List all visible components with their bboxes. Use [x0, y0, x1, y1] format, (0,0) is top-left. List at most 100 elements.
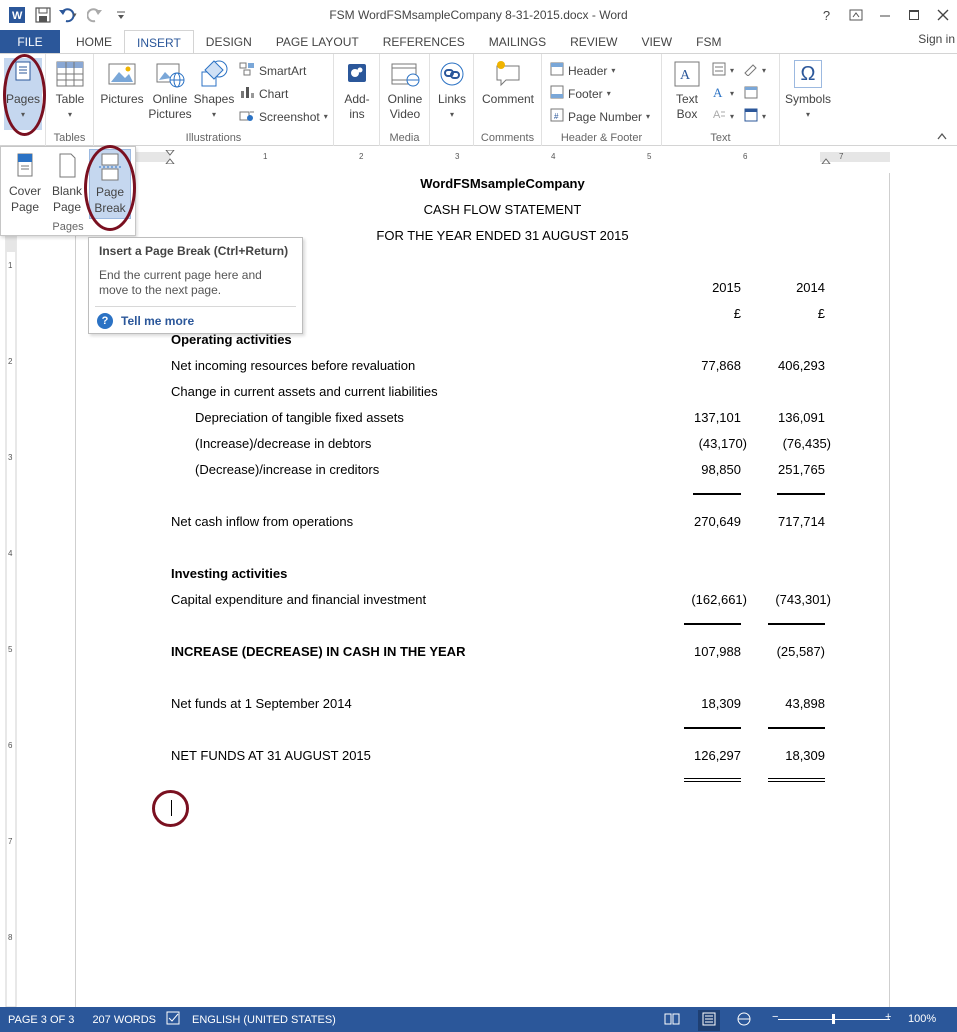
tab-home[interactable]: HOME [64, 30, 124, 54]
total-double-rule [684, 778, 741, 782]
horizontal-ruler[interactable]: 1 2 3 4 5 6 7 [75, 150, 890, 164]
zoom-slider[interactable] [778, 1014, 890, 1024]
tell-me-more-label: Tell me more [121, 314, 195, 328]
links-button[interactable]: Links ▾ [434, 58, 470, 122]
language-indicator[interactable]: ENGLISH (UNITED STATES) [192, 1014, 336, 1026]
print-layout-icon[interactable] [698, 1010, 720, 1031]
object-icon [744, 108, 758, 125]
wordart-icon: A [712, 85, 726, 102]
object-button[interactable]: ▾ [744, 108, 766, 125]
tab-insert[interactable]: INSERT [124, 30, 194, 55]
tab-view[interactable]: VIEW [629, 30, 684, 54]
screenshot-button[interactable]: Screenshot ▾ [239, 108, 328, 125]
text-box-button[interactable]: A Text Box [668, 58, 706, 122]
tab-page-layout[interactable]: PAGE LAYOUT [264, 30, 371, 54]
proofing-icon[interactable] [166, 1011, 182, 1028]
wordart-button[interactable]: A ▾ [712, 85, 734, 102]
symbols-button[interactable]: Ω Symbols ▾ [784, 58, 832, 122]
online-pictures-icon [154, 58, 186, 90]
page-number-icon: # [550, 108, 564, 125]
value-2014: 406,293 [778, 358, 825, 373]
value-2014: (76,435) [782, 436, 831, 451]
minimize-icon[interactable] [870, 0, 899, 30]
section-heading-operating: Operating activities [171, 332, 292, 347]
header-button[interactable]: Header ▾ [550, 62, 615, 79]
smartart-button[interactable]: SmartArt [239, 62, 306, 79]
word-count[interactable]: 207 WORDS [92, 1014, 156, 1026]
chevron-down-icon: ▾ [449, 110, 454, 119]
tab-file[interactable]: FILE [0, 30, 60, 54]
value-2015: 107,988 [694, 644, 741, 659]
group-header-footer: Header ▾ Footer ▾ # Page Number ▾ Header… [542, 54, 662, 146]
chevron-down-icon: ▾ [730, 66, 735, 75]
signature-line-button[interactable]: ▾ [744, 62, 766, 79]
footer-icon [550, 85, 564, 102]
net-funds-end-label: NET FUNDS AT 31 AUGUST 2015 [171, 748, 371, 763]
group-symbols: Ω Symbols ▾ [780, 54, 836, 146]
collapse-ribbon-icon[interactable] [937, 131, 947, 143]
links-label: Links [437, 92, 466, 106]
drop-cap-button[interactable]: A ▾ [712, 108, 734, 125]
blank-page-button[interactable]: Blank Page [47, 151, 87, 215]
pictures-button[interactable]: Pictures [100, 58, 144, 107]
ruler-mark: 5 [8, 645, 13, 654]
tab-references[interactable]: REFERENCES [371, 30, 477, 54]
store-icon [341, 58, 373, 90]
tab-design[interactable]: DESIGN [194, 30, 264, 54]
vertical-ruler[interactable]: 1 2 3 4 5 6 7 8 [0, 164, 20, 1007]
video-icon [389, 58, 421, 90]
group-label-illustrations: Illustrations [185, 132, 242, 144]
online-video-button[interactable]: Online Video [384, 58, 426, 122]
shapes-button[interactable]: Shapes ▾ [192, 58, 236, 122]
chart-button[interactable]: Chart [239, 85, 288, 102]
table-button[interactable]: Table ▾ [52, 58, 88, 122]
header-label: Header [568, 63, 608, 78]
tab-fsm[interactable]: FSM [684, 30, 733, 54]
currency-2014: £ [817, 306, 825, 321]
zoom-in-button[interactable]: + [885, 1011, 891, 1023]
line-label: Change in current assets and current lia… [171, 384, 438, 399]
addins-label-line1: Add- [344, 92, 370, 106]
value-2014: 717,714 [778, 514, 825, 529]
ruler-mark: 2 [8, 357, 13, 366]
subtotal-rule [684, 623, 741, 625]
help-icon: ? [97, 313, 113, 329]
footer-button[interactable]: Footer ▾ [550, 85, 611, 102]
page-count[interactable]: PAGE 3 OF 3 [8, 1014, 74, 1026]
group-links: Links ▾ [430, 54, 474, 146]
line-label: (Increase)/decrease in debtors [195, 436, 372, 451]
cover-page-button[interactable]: Cover Page [5, 151, 45, 215]
group-media: Online Video Media [380, 54, 430, 146]
restore-icon[interactable] [899, 0, 928, 30]
sign-in-link[interactable]: Sign in [918, 32, 955, 46]
zoom-level[interactable]: 100% [908, 1013, 936, 1025]
zoom-out-button[interactable]: − [772, 1011, 778, 1023]
page-number-button[interactable]: # Page Number ▾ [550, 108, 650, 125]
statement-title: CASH FLOW STATEMENT [423, 202, 582, 217]
signature-icon [744, 62, 758, 79]
ruler-mark: 5 [647, 152, 652, 161]
read-mode-icon[interactable] [664, 1012, 680, 1029]
value-2015: 137,101 [694, 410, 741, 425]
comment-button[interactable]: Comment [480, 58, 536, 107]
quick-parts-button[interactable]: ▾ [712, 62, 734, 79]
cover-page-label-line1: Cover [8, 184, 41, 198]
line-label: Net incoming resources before revaluatio… [171, 358, 416, 373]
online-video-label-line1: Online [387, 92, 423, 106]
ribbon-display-options-icon[interactable] [841, 0, 870, 30]
page-break-tooltip: Insert a Page Break (Ctrl+Return) End th… [88, 237, 303, 334]
blank-page-label-line2: Page [52, 200, 82, 214]
zoom-slider-thumb[interactable] [832, 1014, 835, 1024]
online-pictures-button[interactable]: Online Pictures [148, 58, 192, 122]
web-layout-icon[interactable] [736, 1012, 752, 1029]
help-button[interactable]: ? [812, 0, 841, 30]
tab-review[interactable]: REVIEW [558, 30, 629, 54]
tell-me-more-link[interactable]: ? Tell me more [97, 313, 194, 329]
addins-button[interactable]: Add- ins [340, 58, 374, 122]
column-header-2015: 2015 [712, 280, 741, 295]
close-icon[interactable] [928, 0, 957, 30]
company-name: WordFSMsampleCompany [420, 176, 585, 191]
date-time-button[interactable] [744, 85, 758, 102]
tab-mailings[interactable]: MAILINGS [477, 30, 558, 54]
ruler-mark: 1 [8, 261, 13, 270]
